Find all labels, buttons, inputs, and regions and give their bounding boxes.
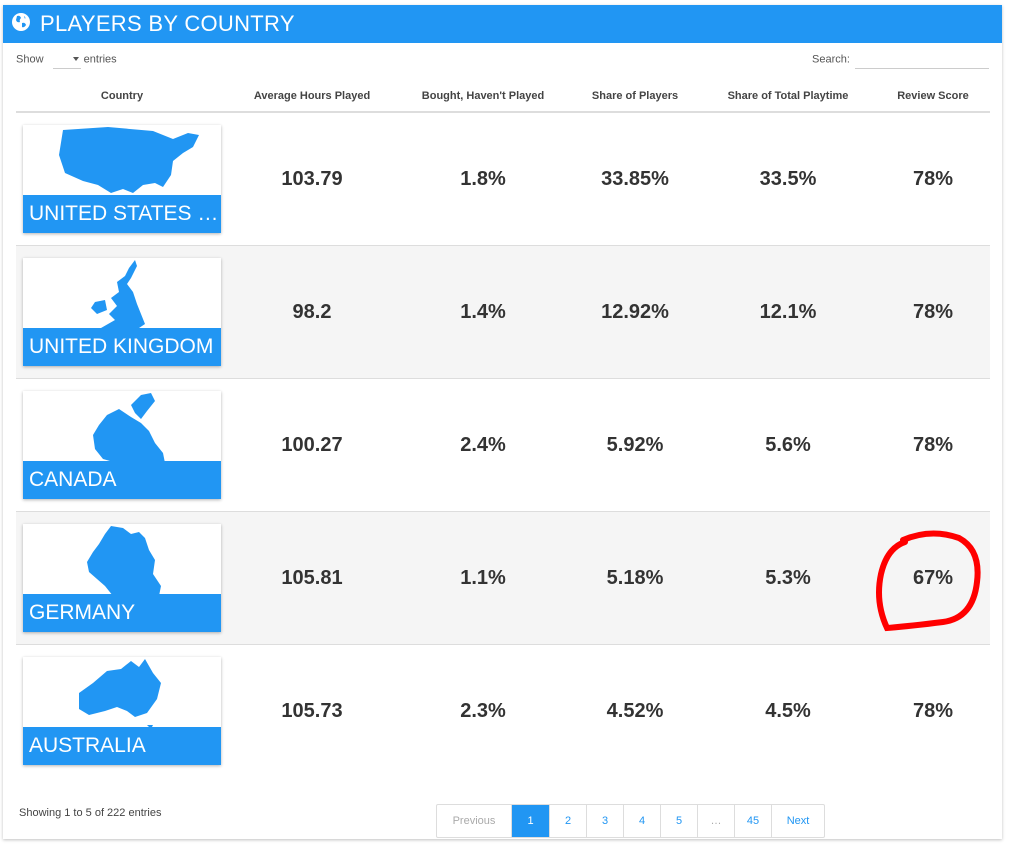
column-header-bought-not-played[interactable]: Bought, Haven't Played	[396, 80, 570, 113]
bought-not-played-cell: 1.8%	[396, 112, 570, 246]
page-ellipsis: …	[697, 805, 734, 837]
pagination: Previous 1 2 3 4 5 … 45 Next	[436, 804, 825, 838]
review-score-cell: 78%	[876, 245, 990, 379]
show-label: Show	[16, 53, 44, 66]
page-button-5[interactable]: 5	[660, 805, 697, 837]
country-label: CANADA	[23, 461, 221, 499]
bought-not-played-cell: 2.3%	[460, 699, 506, 722]
country-card-australia[interactable]: AUSTRALIA	[23, 657, 221, 765]
country-card-germany[interactable]: GERMANY	[23, 524, 221, 632]
share-playtime-cell: 4.5%	[765, 699, 811, 722]
page-button-45[interactable]: 45	[734, 805, 771, 837]
country-cell: CANADA	[16, 378, 228, 512]
page-button-4[interactable]: 4	[623, 805, 660, 837]
share-playtime-cell: 12.1%	[700, 245, 876, 379]
avg-hours-cell: 105.81	[228, 511, 396, 645]
page-title: PLAYERS BY COUNTRY	[40, 11, 295, 36]
players-by-country-panel: PLAYERS BY COUNTRY Show entries Search: …	[3, 5, 1002, 839]
column-header-country[interactable]: Country	[16, 80, 228, 113]
share-players-cell: 5.18%	[570, 511, 700, 645]
avg-hours-cell: 105.73	[281, 699, 343, 722]
bought-not-played-cell: 2.4%	[396, 378, 570, 512]
review-score-cell: 78%	[912, 699, 954, 722]
table-info: Showing 1 to 5 of 222 entries	[19, 807, 162, 819]
search-input[interactable]	[855, 50, 989, 69]
globe-icon	[12, 13, 30, 31]
share-players-cell: 33.85%	[570, 112, 700, 246]
country-card-uk[interactable]: UNITED KINGDOM	[23, 258, 221, 366]
table-row: AUSTRALIA 105.73 2.3% 4.52% 4.5% 78%	[16, 645, 990, 778]
next-button[interactable]: Next	[771, 805, 824, 837]
review-score-cell: 78%	[876, 378, 990, 512]
panel-header: PLAYERS BY COUNTRY	[3, 5, 1002, 43]
bought-not-played-cell: 1.1%	[396, 511, 570, 645]
column-header-avg-hours[interactable]: Average Hours Played	[228, 80, 396, 113]
share-players-cell: 4.52%	[606, 699, 664, 722]
page-button-3[interactable]: 3	[586, 805, 623, 837]
review-score-cell: 78%	[876, 112, 990, 246]
entries-label: entries	[83, 53, 117, 66]
show-entries-control: Show entries	[16, 50, 117, 69]
search-control: Search:	[812, 50, 989, 69]
avg-hours-cell: 98.2	[228, 245, 396, 379]
column-header-share-players[interactable]: Share of Players	[570, 80, 700, 113]
column-header-review-score[interactable]: Review Score	[876, 80, 990, 113]
bought-not-played-cell: 1.4%	[396, 245, 570, 379]
search-label: Search:	[812, 53, 850, 66]
table-row: UNITED STATES O... 103.79 1.8% 33.85% 33…	[16, 112, 990, 246]
share-playtime-cell: 33.5%	[700, 112, 876, 246]
entries-select[interactable]	[52, 50, 81, 69]
country-card-us[interactable]: UNITED STATES O...	[23, 125, 221, 233]
page-button-2[interactable]: 2	[549, 805, 586, 837]
country-label: AUSTRALIA	[23, 727, 221, 765]
page-button-1[interactable]: 1	[511, 805, 549, 837]
country-cell: AUSTRALIA	[16, 645, 228, 778]
table-row: CANADA 100.27 2.4% 5.92% 5.6% 78%	[16, 378, 990, 512]
table-header-row: Country Average Hours Played Bought, Hav…	[16, 80, 990, 113]
country-cell: UNITED KINGDOM	[16, 245, 228, 379]
country-card-canada[interactable]: CANADA	[23, 391, 221, 499]
avg-hours-cell: 100.27	[228, 378, 396, 512]
country-label: GERMANY	[23, 594, 221, 632]
avg-hours-cell: 103.79	[228, 112, 396, 246]
previous-button[interactable]: Previous	[437, 805, 511, 837]
table-row: GERMANY 105.81 1.1% 5.18% 5.3% 67%	[16, 511, 990, 645]
share-playtime-cell: 5.6%	[700, 378, 876, 512]
share-players-cell: 5.92%	[570, 378, 700, 512]
country-label: UNITED STATES O...	[23, 195, 221, 233]
share-playtime-cell: 5.3%	[700, 511, 876, 645]
column-header-share-playtime[interactable]: Share of Total Playtime	[700, 80, 876, 113]
table-row: UNITED KINGDOM 98.2 1.4% 12.92% 12.1% 78…	[16, 245, 990, 379]
country-cell: GERMANY	[16, 511, 228, 645]
country-cell: UNITED STATES O...	[16, 112, 228, 246]
countries-table: Country Average Hours Played Bought, Hav…	[16, 80, 990, 777]
review-score-cell: 67%	[876, 511, 990, 645]
share-players-cell: 12.92%	[570, 245, 700, 379]
country-label: UNITED KINGDOM	[23, 328, 221, 366]
